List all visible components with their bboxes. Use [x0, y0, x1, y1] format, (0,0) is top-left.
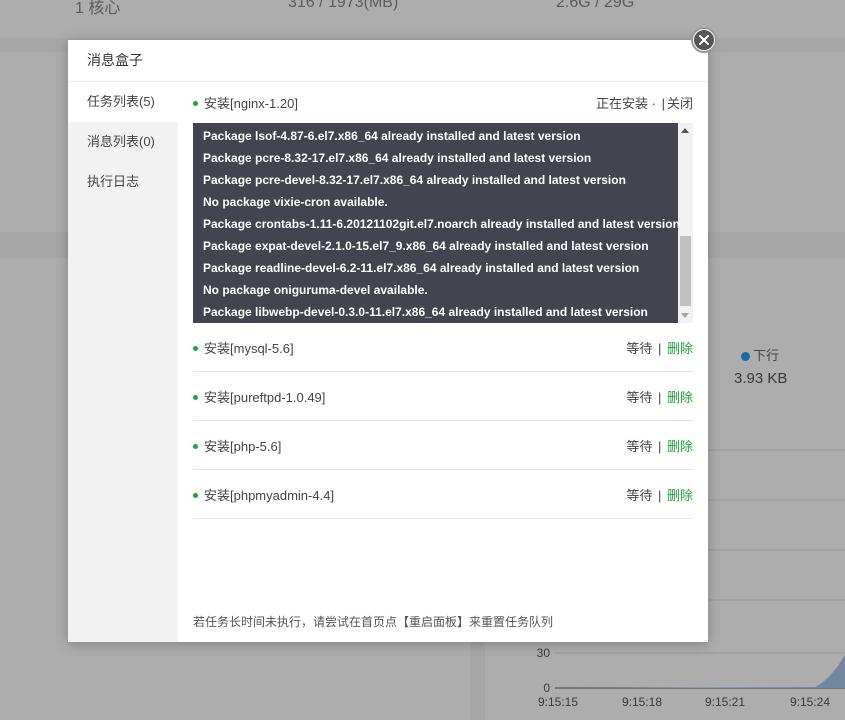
sidebar-item-exec-log[interactable]: 执行日志: [68, 162, 178, 202]
status-dot-icon: [193, 101, 198, 107]
dialog-sidebar: 任务列表(5) 消息列表(0) 执行日志: [68, 82, 178, 642]
task-name: 安装[php-5.6]: [204, 438, 282, 454]
sidebar-item-task-list[interactable]: 任务列表(5): [68, 82, 178, 122]
log-line: Package crontabs-1.11-6.20121102git.el7.…: [203, 217, 680, 231]
log-line: Package lsof-4.87-6.el7.x86_64 already i…: [203, 129, 581, 143]
task-status: 等待: [626, 487, 653, 503]
install-log[interactable]: Package lsof-4.87-6.el7.x86_64 already i…: [193, 123, 693, 323]
log-lines: Package lsof-4.87-6.el7.x86_64 already i…: [193, 123, 693, 323]
task-status: 等待: [626, 340, 653, 356]
log-line: Package libwebp-devel-0.3.0-11.el7.x86_6…: [203, 305, 648, 319]
scroll-thumb[interactable]: [680, 236, 691, 306]
log-line: Package expat-devel-2.1.0-15.el7_9.x86_6…: [203, 239, 649, 253]
task-name: 安装[pureftpd-1.0.49]: [204, 389, 326, 405]
status-dot-icon: [193, 394, 198, 400]
scroll-up-icon[interactable]: [681, 128, 689, 133]
task-row: 安装[mysql-5.6] 等待 | 删除: [193, 323, 693, 372]
task-name: 安装[mysql-5.6]: [204, 340, 294, 356]
delete-task-link[interactable]: 删除: [667, 488, 693, 503]
task-row: 安装[php-5.6] 等待 | 删除: [193, 421, 693, 470]
log-line: Package pcre-devel-8.32-17.el7.x86_64 al…: [203, 173, 626, 187]
log-scrollbar[interactable]: [678, 123, 693, 323]
delete-task-link[interactable]: 删除: [667, 390, 693, 405]
close-dialog-button[interactable]: [691, 27, 717, 53]
dialog-title: 消息盒子: [68, 40, 708, 82]
task-status: 正在安装 ·: [596, 96, 656, 111]
scroll-down-icon[interactable]: [681, 313, 689, 318]
delete-task-link[interactable]: 删除: [667, 341, 693, 356]
task-row: 安装[phpmyadmin-4.4] 等待 | 删除: [193, 470, 693, 519]
separator: |: [661, 96, 665, 111]
task-status: 等待: [626, 438, 653, 454]
status-dot-icon: [193, 443, 198, 449]
task-name: 安装[phpmyadmin-4.4]: [204, 487, 335, 503]
sidebar-item-message-list[interactable]: 消息列表(0): [68, 122, 178, 162]
task-panel: 安装[nginx-1.20] 正在安装 · | 关闭 Package lsof-4…: [193, 82, 693, 642]
status-dot-icon: [193, 492, 198, 498]
log-line: No package oniguruma-devel available.: [203, 283, 428, 297]
log-line: Package readline-devel-6.2-11.el7.x86_64…: [203, 261, 640, 275]
status-dot-icon: [193, 345, 198, 351]
close-task-link[interactable]: 关闭: [667, 96, 693, 111]
task-row-current: 安装[nginx-1.20] 正在安装 · | 关闭: [193, 82, 693, 123]
message-box-dialog: 消息盒子 任务列表(5) 消息列表(0) 执行日志 安装[nginx-1.20]…: [68, 40, 708, 642]
log-line: No package vixie-cron available.: [203, 195, 388, 209]
task-row: 安装[pureftpd-1.0.49] 等待 | 删除: [193, 372, 693, 421]
task-name: 安装[nginx-1.20]: [204, 96, 298, 111]
footer-note: 若任务长时间未执行，请尝试在首页点【重启面板】来重置任务队列: [193, 615, 554, 629]
delete-task-link[interactable]: 删除: [667, 439, 693, 454]
log-line: Package pcre-8.32-17.el7.x86_64 already …: [203, 151, 592, 165]
close-icon: [699, 35, 709, 45]
task-status: 等待: [626, 389, 653, 405]
